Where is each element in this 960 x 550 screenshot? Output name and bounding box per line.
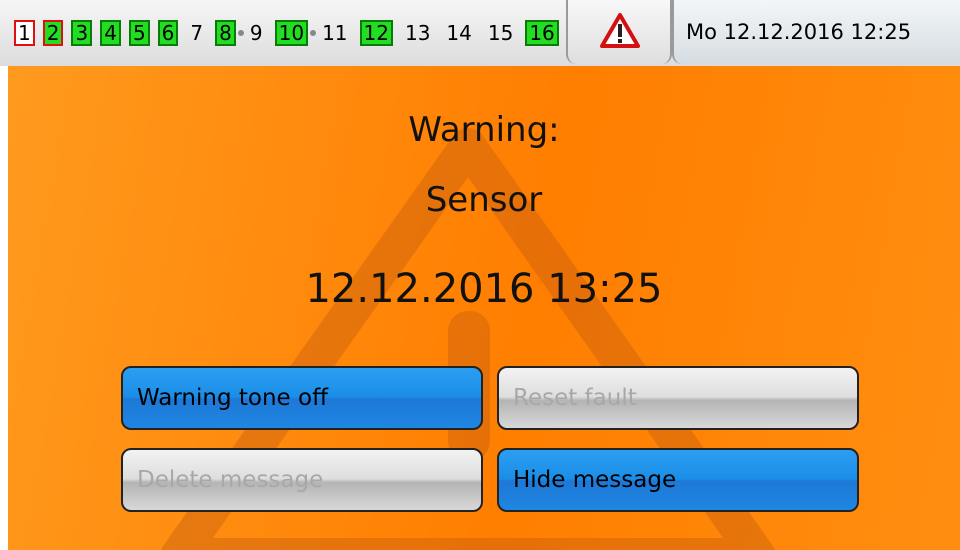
warning-tone-off-button[interactable]: Warning tone off xyxy=(121,366,483,430)
output-12[interactable]: 12 xyxy=(359,20,393,46)
output-13[interactable]: 13 xyxy=(401,20,434,46)
output-6[interactable]: 6 xyxy=(157,20,179,46)
output-2[interactable]: 2 xyxy=(42,20,64,46)
datetime-display[interactable]: Mo 12.12.2016 12:25 xyxy=(672,0,960,64)
output-5[interactable]: 5 xyxy=(128,20,150,46)
output-link-icon xyxy=(310,30,317,36)
output-7[interactable]: 7 xyxy=(186,20,207,46)
delete-message-button[interactable]: Delete message xyxy=(121,448,483,512)
output-link-icon xyxy=(237,30,244,36)
message-timestamp: 12.12.2016 13:25 xyxy=(305,266,663,312)
output-10[interactable]: 10 xyxy=(274,20,309,46)
message-source: Sensor xyxy=(425,180,543,220)
warning-message-panel: Warning: Sensor 12.12.2016 13:25 Warning… xyxy=(8,66,960,550)
output-15[interactable]: 15 xyxy=(484,20,517,46)
output-14[interactable]: 14 xyxy=(442,20,475,46)
warning-triangle-icon xyxy=(600,13,640,48)
hide-message-button[interactable]: Hide message xyxy=(497,448,859,512)
output-3[interactable]: 3 xyxy=(71,20,93,46)
output-16[interactable]: 16 xyxy=(525,20,559,46)
output-9[interactable]: 9 xyxy=(246,20,267,46)
output-8[interactable]: 8 xyxy=(215,20,236,46)
reset-fault-button[interactable]: Reset fault xyxy=(497,366,859,430)
alarm-tab[interactable] xyxy=(566,0,672,64)
message-title: Warning: xyxy=(408,110,560,150)
output-1[interactable]: 1 xyxy=(14,20,35,46)
output-status-list: 1 2 3 4 5 6 7 8 9 10 11 12 13 14 15 16 xyxy=(14,16,559,50)
output-11[interactable]: 11 xyxy=(318,20,351,46)
output-4[interactable]: 4 xyxy=(100,20,121,46)
status-bar: 1 2 3 4 5 6 7 8 9 10 11 12 13 14 15 16 M… xyxy=(0,0,960,66)
